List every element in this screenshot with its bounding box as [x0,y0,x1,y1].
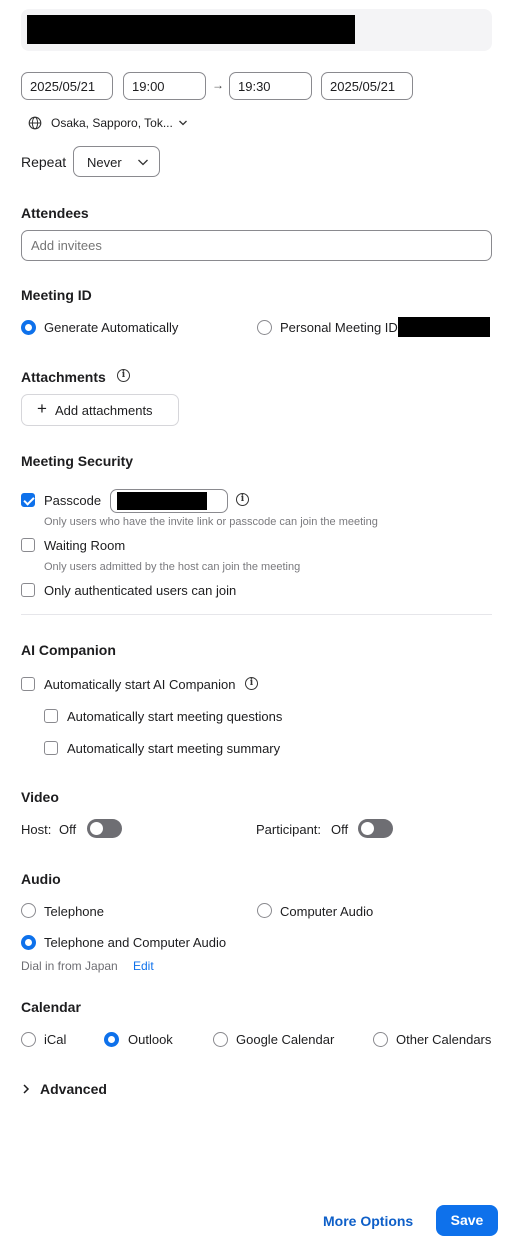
info-icon[interactable]: i [117,369,130,382]
video-heading: Video [21,789,59,805]
participant-video-value: Off [331,822,349,837]
attachments-heading: Attachments [21,369,106,385]
end-time-field[interactable]: 19:30 [229,72,312,100]
outlook-radio[interactable] [104,1032,119,1047]
add-attachments-button[interactable]: + Add attachments [21,394,179,426]
personal-meeting-id-radio[interactable] [257,320,272,335]
start-date-field[interactable]: 2025/05/21 [21,72,113,100]
host-video-toggle[interactable] [87,819,122,838]
dial-in-text: Dial in from Japan [21,959,118,973]
auto-meeting-questions-label: Automatically start meeting questions [67,709,283,724]
generate-automatically-radio[interactable] [21,320,36,335]
computer-audio-radio[interactable] [257,903,272,918]
waiting-room-label: Waiting Room [44,538,126,553]
telephone-radio[interactable] [21,903,36,918]
save-button[interactable]: Save [436,1205,498,1236]
passcode-checkbox[interactable] [21,493,35,507]
plus-icon: + [37,399,47,418]
chevron-right-icon [23,1084,30,1094]
add-attachments-label: Add attachments [55,403,153,418]
other-calendars-radio[interactable] [373,1032,388,1047]
divider [21,614,492,615]
waiting-room-hint: Only users admitted by the host can join… [44,561,301,573]
host-video-label: Host: [21,822,52,837]
repeat-dropdown[interactable]: Never [73,146,160,177]
google-calendar-radio[interactable] [213,1032,228,1047]
authenticated-users-checkbox[interactable] [21,583,35,597]
meeting-id-heading: Meeting ID [21,287,92,303]
generate-automatically-label: Generate Automatically [44,320,179,335]
timezone-label: Osaka, Sapporo, Tok... [51,116,173,130]
chevron-down-icon [178,120,187,126]
waiting-room-checkbox[interactable] [21,538,35,552]
computer-audio-label: Computer Audio [280,904,374,919]
auto-meeting-summary-checkbox[interactable] [44,741,58,755]
passcode-label: Passcode [44,493,102,508]
telephone-and-computer-audio-radio[interactable] [21,935,36,950]
outlook-label: Outlook [128,1032,173,1047]
repeat-value: Never [87,155,122,170]
auto-meeting-questions-checkbox[interactable] [44,709,58,723]
authenticated-users-label: Only authenticated users can join [44,583,237,598]
auto-start-ai-companion-label: Automatically start AI Companion [44,677,236,692]
ai-companion-heading: AI Companion [21,642,116,658]
passcode-input[interactable] [110,489,228,513]
redacted-topic [27,15,355,44]
participant-video-toggle[interactable] [358,819,393,838]
chevron-down-icon [138,159,148,166]
more-options-button[interactable]: More Options [323,1213,413,1229]
ical-radio[interactable] [21,1032,36,1047]
attendees-heading: Attendees [21,205,89,221]
ical-label: iCal [44,1032,67,1047]
globe-icon [28,116,42,130]
info-icon[interactable]: i [245,677,258,690]
timezone-selector[interactable]: Osaka, Sapporo, Tok... [28,114,188,132]
arrow-right-icon: → [212,78,224,92]
personal-meeting-id-label: Personal Meeting ID [280,320,398,335]
repeat-label: Repeat [21,154,67,170]
host-video-value: Off [59,822,77,837]
invitees-input[interactable] [21,230,492,261]
calendar-heading: Calendar [21,999,81,1015]
auto-start-ai-companion-checkbox[interactable] [21,677,35,691]
audio-heading: Audio [21,871,61,887]
redacted-passcode [117,492,207,510]
participant-video-label: Participant: [256,822,322,837]
info-icon[interactable]: i [236,493,249,506]
redacted-personal-id [398,317,490,337]
advanced-label: Advanced [40,1081,107,1097]
end-date-field[interactable]: 2025/05/21 [321,72,413,100]
telephone-and-computer-audio-label: Telephone and Computer Audio [44,935,227,950]
meeting-security-heading: Meeting Security [21,453,134,469]
other-calendars-label: Other Calendars [396,1032,492,1047]
advanced-expander[interactable]: Advanced [21,1080,107,1098]
meeting-topic-field[interactable] [21,9,492,51]
passcode-hint: Only users who have the invite link or p… [44,516,378,528]
telephone-label: Telephone [44,904,104,919]
auto-meeting-summary-label: Automatically start meeting summary [67,741,281,756]
start-time-field[interactable]: 19:00 [123,72,206,100]
edit-dial-in-link[interactable]: Edit [133,959,154,973]
google-calendar-label: Google Calendar [236,1032,335,1047]
